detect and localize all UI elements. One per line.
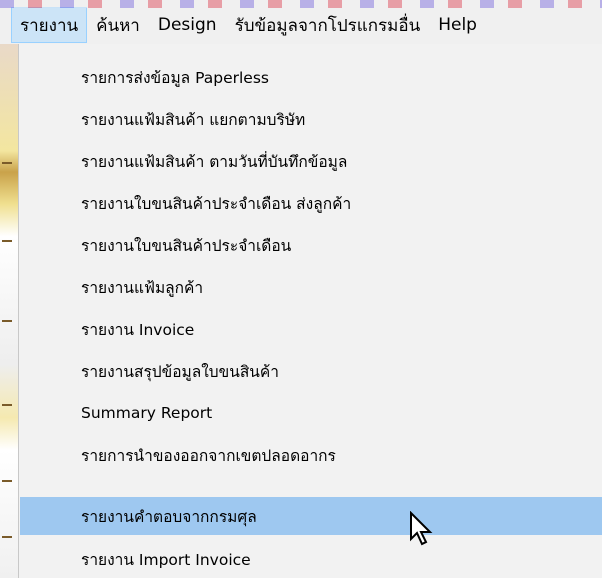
menu-item-free-zone-export[interactable]: รายการนำของออกจากเขตปลอดอากร <box>20 436 602 474</box>
background-window-strip <box>0 44 18 578</box>
background-detail <box>2 240 12 242</box>
report-dropdown-menu: รายการส่งข้อมูล Paperless รายงานแฟ้มสินค… <box>18 44 602 578</box>
menu-item-monthly-declaration[interactable]: รายงานใบขนสินค้าประจำเดือน <box>20 226 602 264</box>
menu-item-import-invoice[interactable]: รายงาน Import Invoice <box>20 541 602 577</box>
background-detail <box>2 162 12 164</box>
menu-search[interactable]: ค้นหา <box>87 8 149 42</box>
menu-item-monthly-declaration-to-customer[interactable]: รายงานใบขนสินค้าประจำเดือน ส่งลูกค้า <box>20 184 602 222</box>
mouse-pointer-icon <box>410 511 433 546</box>
menu-item-declaration-summary[interactable]: รายงานสรุปข้อมูลใบขนสินค้า <box>20 352 602 390</box>
menu-report[interactable]: รายงาน <box>11 7 88 43</box>
menu-item-customs-response[interactable]: รายงานคำตอบจากกรมศุล <box>20 497 602 535</box>
menu-help[interactable]: Help <box>429 8 486 42</box>
menu-item-product-file-by-company[interactable]: รายงานแฟ้มสินค้า แยกตามบริษัท <box>20 100 602 138</box>
menu-item-invoice-report[interactable]: รายงาน Invoice <box>20 310 602 348</box>
menu-import-from-other-program[interactable]: รับข้อมูลจากโปรแกรมอื่น <box>226 8 430 42</box>
menu-item-summary-report[interactable]: Summary Report <box>20 394 602 432</box>
menu-bar: รายงาน ค้นหา Design รับข้อมูลจากโปรแกรมอ… <box>0 0 602 44</box>
background-detail <box>2 320 12 322</box>
menu-item-product-file-by-date[interactable]: รายงานแฟ้มสินค้า ตามวันที่บันทึกข้อมูล <box>20 142 602 180</box>
menu-item-customer-file[interactable]: รายงานแฟ้มลูกค้า <box>20 268 602 306</box>
background-detail <box>2 404 12 406</box>
menu-design[interactable]: Design <box>149 8 226 42</box>
background-detail <box>2 536 12 538</box>
background-detail <box>2 480 12 482</box>
menu-item-paperless-list[interactable]: รายการส่งข้อมูล Paperless <box>20 58 602 96</box>
